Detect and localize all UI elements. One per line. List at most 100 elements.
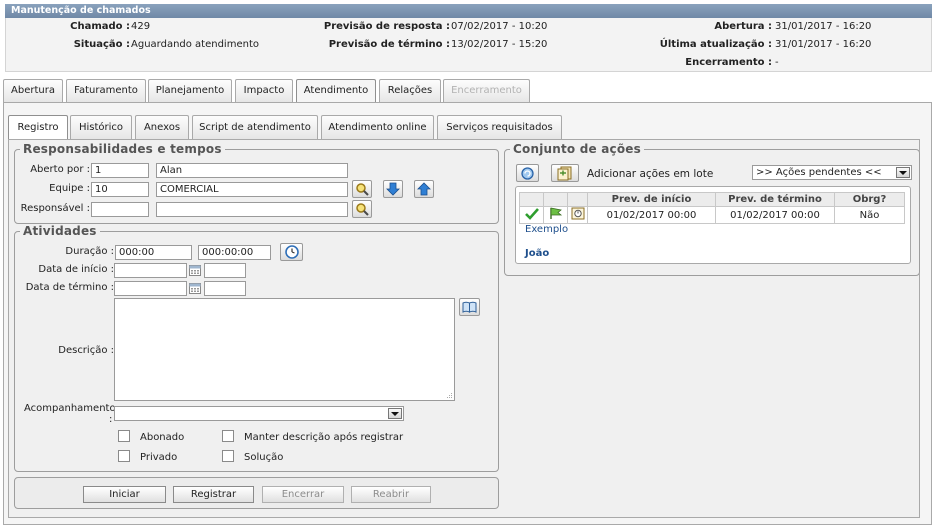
responsabilidades-legend: Responsabilidades e tempos [23,142,222,156]
flag-icon[interactable] [549,207,563,220]
chevron-down-icon [896,167,910,178]
tab-relacoes[interactable]: Relações [379,79,441,102]
col-prev-termino: Prev. de término [715,192,835,207]
acoes-table-container: Prev. de início Prev. de término Obrg? 0… [515,186,911,264]
tab-encerramento: Encerramento [443,79,530,102]
chevron-down-icon [388,408,402,419]
equipe-search-button[interactable] [352,180,372,198]
atividades-legend: Atividades [23,224,97,238]
row-prev-inicio: 01/02/2017 00:00 [587,206,716,224]
descricao-textarea[interactable] [114,298,455,401]
acoes-filter-value: >> Ações pendentes << [756,167,882,178]
col-icon-2 [543,192,568,207]
flag-action-cell[interactable] [543,206,568,224]
refresh-actions-button[interactable] [516,164,539,182]
data-inicio-input[interactable] [114,263,187,278]
schedule-action-cell[interactable] [567,206,588,224]
acompanhamento-select[interactable] [114,406,404,421]
aberto-por-code-input[interactable]: 1 [91,163,149,178]
refresh-icon [521,166,534,180]
col-icon-1 [519,192,544,207]
registrar-button[interactable]: Registrar [173,486,254,503]
search-icon [356,183,369,196]
descricao-label: Descrição : [58,345,114,356]
encerramento-label: Encerramento : [685,57,772,68]
batch-add-button[interactable] [551,164,579,182]
manter-descricao-label: Manter descrição após registrar [244,432,404,443]
text-model-button[interactable] [459,298,480,316]
acompanhamento-label: Acompanhamento [24,403,116,414]
ultima-atualizacao-label: Última atualização : [659,39,772,50]
duracao-total-input[interactable]: 000:00:00 [198,245,271,260]
subtab-atendimento-online[interactable]: Atendimento online [321,115,434,139]
calendar-icon[interactable] [189,282,201,294]
abertura-value: 31/01/2017 - 16:20 [775,21,872,32]
privado-label: Privado [140,452,178,463]
encerramento-value: - [775,57,779,68]
arrow-down-icon [386,182,400,196]
tab-atendimento[interactable]: Atendimento [296,79,376,103]
subtab-script-atendimento[interactable]: Script de atendimento [192,115,318,139]
equipe-name-input[interactable]: COMERCIAL [156,182,348,197]
complete-action-cell[interactable] [519,206,544,224]
data-termino-label: Data de término : [25,282,114,293]
move-up-button[interactable] [414,180,434,198]
tab-abertura[interactable]: Abertura [3,79,63,102]
col-obrg: Obrg? [834,192,905,207]
iniciar-button[interactable]: Iniciar [83,486,166,503]
responsavel-code-input[interactable] [91,202,149,217]
previsao-termino-value: 13/02/2017 - 15:20 [451,39,548,50]
reabrir-button: Reabrir [351,486,431,503]
acompanhamento-colon: : [109,414,113,425]
responsavel-label: Responsável : [20,203,90,214]
previsao-termino-label: Previsão de término : [328,39,450,50]
conjunto-acoes-legend: Conjunto de ações [513,142,641,156]
equipe-code-input[interactable]: 10 [91,182,149,197]
tab-planejamento[interactable]: Planejamento [148,79,232,102]
privado-checkbox[interactable] [118,450,130,462]
calendar-icon[interactable] [189,264,201,276]
window-title: Manutenção de chamados [5,4,932,18]
previsao-resposta-label: Previsão de resposta : [323,21,450,32]
responsavel-name-input[interactable] [156,202,348,217]
subtab-historico[interactable]: Histórico [70,115,132,139]
duracao-input[interactable]: 000:00 [115,245,192,260]
table-row[interactable]: 01/02/2017 00:00 01/02/2017 00:00 Não [519,206,905,224]
tab-faturamento[interactable]: Faturamento [66,79,146,102]
situacao-label: Situação : [73,39,130,50]
aberto-por-label: Aberto por : [30,164,90,175]
subtab-servicos-requisitados[interactable]: Serviços requisitados [437,115,562,139]
resize-grip-icon[interactable] [445,391,453,399]
action-responsible-text[interactable]: João [525,248,549,259]
hora-inicio-input[interactable] [204,263,246,278]
chamado-label: Chamado : [70,21,130,32]
schedule-icon[interactable] [571,207,585,220]
responsavel-search-button[interactable] [352,200,372,218]
ultima-atualizacao-value: 31/01/2017 - 16:20 [775,39,872,50]
duracao-label: Duração : [65,246,114,257]
data-termino-input[interactable] [114,281,187,296]
search-icon [356,203,369,216]
solucao-label: Solução [244,452,284,463]
equipe-label: Equipe : [49,183,90,194]
acoes-filter-select[interactable]: >> Ações pendentes << [752,165,912,180]
aberto-por-name-input[interactable]: Alan [156,163,348,178]
check-icon[interactable] [524,207,539,220]
clock-button[interactable] [280,243,303,261]
chamado-value: 429 [131,21,151,32]
abonado-checkbox[interactable] [118,430,130,442]
move-down-button[interactable] [383,180,403,198]
subtab-anexos[interactable]: Anexos [135,115,189,139]
previsao-resposta-value: 07/02/2017 - 10:20 [451,21,548,32]
solucao-checkbox[interactable] [222,450,234,462]
subtab-registro[interactable]: Registro [8,115,68,140]
hora-termino-input[interactable] [204,281,246,296]
tab-impacto[interactable]: Impacto [235,79,293,102]
adicionar-acoes-label: Adicionar ações em lote [587,168,714,180]
manter-descricao-checkbox[interactable] [222,430,234,442]
acoes-table-header: Prev. de início Prev. de término Obrg? [519,192,905,207]
action-name-text[interactable]: Exemplo [525,224,568,235]
abonado-label: Abonado [140,432,185,443]
col-icon-3 [567,192,588,207]
row-obrg: Não [834,206,905,224]
